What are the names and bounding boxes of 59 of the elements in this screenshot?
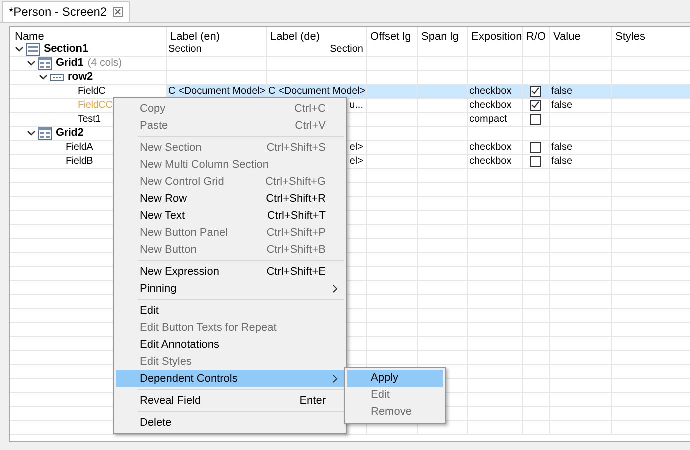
- column-header[interactable]: Label (en): [170, 31, 220, 43]
- table-cell: false: [552, 156, 573, 167]
- chevron-icon[interactable]: [27, 59, 36, 68]
- close-icon[interactable]: [113, 7, 124, 17]
- menu-item[interactable]: New Text Ctrl+Shift+T: [116, 207, 344, 224]
- node-name[interactable]: row2: [68, 71, 93, 84]
- table-cell: u...: [350, 100, 364, 111]
- column-header[interactable]: Label (de): [270, 31, 320, 43]
- checkbox[interactable]: [530, 86, 541, 97]
- menu-item[interactable]: New Expression Ctrl+Shift+E: [116, 263, 344, 280]
- node-name[interactable]: Grid1: [56, 57, 84, 70]
- column-header[interactable]: Name: [15, 31, 44, 43]
- chevron-icon[interactable]: [39, 73, 48, 82]
- table-cell: el>: [350, 142, 364, 153]
- table-cell: el>: [350, 156, 364, 167]
- chevron-icon[interactable]: [27, 129, 36, 138]
- table-cell: false: [552, 100, 573, 111]
- table-cell: C <Document Model>: [268, 86, 366, 97]
- menu-item[interactable]: Pinning: [116, 280, 344, 297]
- table-cell: compact: [470, 114, 508, 125]
- node-name[interactable]: Section1: [44, 43, 88, 56]
- table-cell: false: [552, 142, 573, 153]
- column-header[interactable]: R/O: [526, 31, 546, 43]
- node-name[interactable]: Test1: [78, 113, 101, 126]
- menu-item[interactable]: Reveal Field Enter: [116, 392, 344, 409]
- menu-item[interactable]: Apply: [347, 370, 443, 387]
- column-header[interactable]: Offset lg: [370, 31, 412, 43]
- grid-icon: [38, 57, 52, 70]
- checkbox[interactable]: [530, 142, 541, 153]
- node-name[interactable]: FieldB: [66, 155, 94, 168]
- checkbox[interactable]: [530, 114, 541, 125]
- table-cell: checkbox: [470, 156, 512, 167]
- menu-item[interactable]: Delete: [116, 414, 344, 431]
- menu-item[interactable]: Edit Annotations: [116, 336, 344, 353]
- table-cell: checkbox: [470, 142, 512, 153]
- menu-item[interactable]: Dependent Controls: [116, 370, 344, 387]
- column-header[interactable]: Exposition: [472, 31, 522, 43]
- node-name[interactable]: Grid2: [56, 127, 84, 140]
- node-name[interactable]: FieldA: [66, 141, 94, 154]
- editor-tab[interactable]: *Person - Screen2: [2, 1, 130, 22]
- node-name[interactable]: FieldC: [78, 85, 106, 98]
- table-cell: checkbox: [470, 100, 512, 111]
- column-header[interactable]: Styles: [616, 31, 646, 43]
- section-icon: [26, 43, 40, 56]
- checkbox[interactable]: [530, 156, 541, 167]
- row-icon: [50, 71, 64, 84]
- table-cell: checkbox: [470, 86, 512, 97]
- menu-item[interactable]: Edit: [116, 302, 344, 319]
- table-cell: Section: [330, 44, 364, 55]
- grid-icon: [38, 127, 52, 140]
- checkbox[interactable]: [530, 100, 541, 111]
- menu-item[interactable]: New Row Ctrl+Shift+R: [116, 190, 344, 207]
- column-count: (4 cols): [88, 57, 122, 70]
- table-cell: Section: [168, 44, 202, 55]
- chevron-icon[interactable]: [15, 45, 24, 54]
- table-cell: C <Document Model>: [168, 86, 266, 97]
- column-header[interactable]: Span lg: [422, 31, 459, 43]
- table-cell: false: [552, 86, 573, 97]
- column-header[interactable]: Value: [554, 31, 581, 43]
